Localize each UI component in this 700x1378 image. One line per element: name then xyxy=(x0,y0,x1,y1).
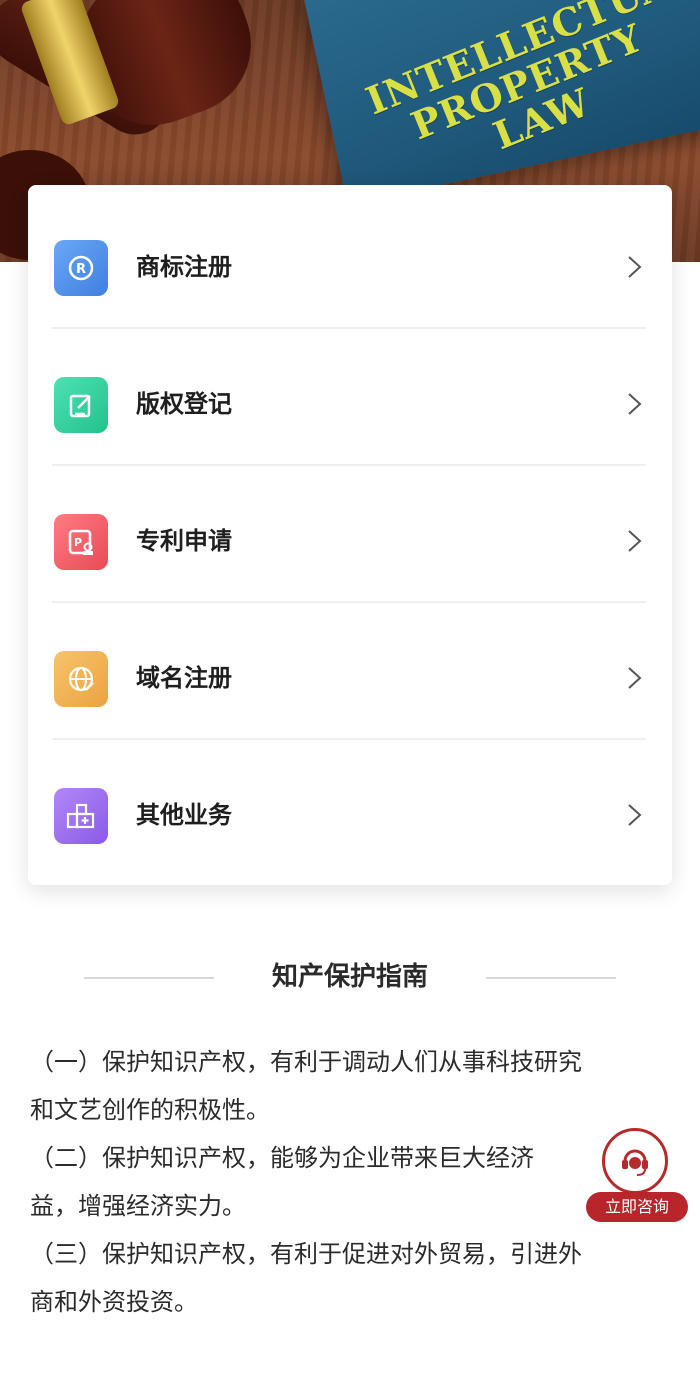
guide-paragraph-line: （三）保护知识产权，有利于促进对外贸易，引进外 xyxy=(30,1240,582,1268)
consult-label: 立即咨询 xyxy=(586,1192,688,1222)
menu-item-trademark[interactable]: R 商标注册 xyxy=(28,193,672,330)
menu-item-copyright[interactable]: 版权登记 xyxy=(28,330,672,467)
menu-item-label: 专利申请 xyxy=(136,527,232,555)
chevron-right-icon xyxy=(628,667,642,689)
add-grid-icon xyxy=(54,788,108,844)
menu-divider xyxy=(52,464,646,466)
menu-item-domain[interactable]: 域名注册 xyxy=(28,604,672,741)
guide-paragraph-3: （三）保护知识产权，有利于促进对外贸易，引进外 商和外资投资。 xyxy=(30,1230,670,1326)
svg-text:P: P xyxy=(74,536,82,549)
menu-item-label: 域名注册 xyxy=(136,664,232,692)
menu-item-other[interactable]: 其他业务 xyxy=(28,741,672,878)
patent-icon: P xyxy=(54,514,108,570)
guide-title-line-right xyxy=(486,977,616,979)
svg-text:R: R xyxy=(76,262,86,277)
customer-service-icon xyxy=(602,1128,668,1194)
guide-paragraph-line: （二）保护知识产权，能够为企业带来巨大经济 xyxy=(30,1144,534,1172)
menu-item-label: 版权登记 xyxy=(136,390,232,418)
trademark-icon: R xyxy=(54,240,108,296)
guide-paragraph-line: 和文艺创作的积极性。 xyxy=(30,1096,270,1124)
menu-item-label: 其他业务 xyxy=(136,801,232,829)
menu-item-label: 商标注册 xyxy=(136,253,232,281)
menu-item-patent[interactable]: P 专利申请 xyxy=(28,467,672,604)
chevron-right-icon xyxy=(628,804,642,826)
globe-icon xyxy=(54,651,108,707)
chevron-right-icon xyxy=(628,530,642,552)
guide-paragraph-1: （一）保护知识产权，有利于调动人们从事科技研究 和文艺创作的积极性。 xyxy=(30,1038,670,1134)
guide-paragraph-line: 商和外资投资。 xyxy=(30,1288,198,1316)
guide-paragraph-line: （一）保护知识产权，有利于调动人们从事科技研究 xyxy=(30,1048,582,1076)
edit-icon xyxy=(54,377,108,433)
chevron-right-icon xyxy=(628,393,642,415)
guide-paragraph-line: 益，增强经济实力。 xyxy=(30,1192,246,1220)
menu-divider xyxy=(52,738,646,740)
guide-paragraph-2: （二）保护知识产权，能够为企业带来巨大经济 益，增强经济实力。 xyxy=(30,1134,670,1230)
menu-divider xyxy=(52,327,646,329)
guide-section-header: 知产保护指南 xyxy=(0,955,700,999)
chevron-right-icon xyxy=(628,256,642,278)
consult-button[interactable]: 立即咨询 xyxy=(586,1128,688,1224)
service-menu-card: R 商标注册 版权登记 P 专利申请 域名注册 其他业务 xyxy=(28,185,672,885)
menu-divider xyxy=(52,601,646,603)
